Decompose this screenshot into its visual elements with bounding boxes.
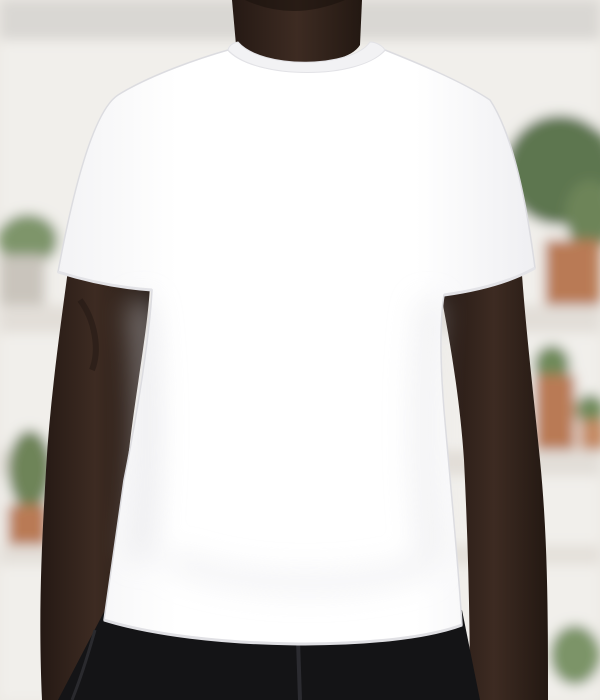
photo-canvas	[0, 0, 600, 700]
plant-right-lower	[550, 625, 600, 685]
product-photo	[0, 0, 600, 700]
drawstring	[296, 639, 302, 700]
